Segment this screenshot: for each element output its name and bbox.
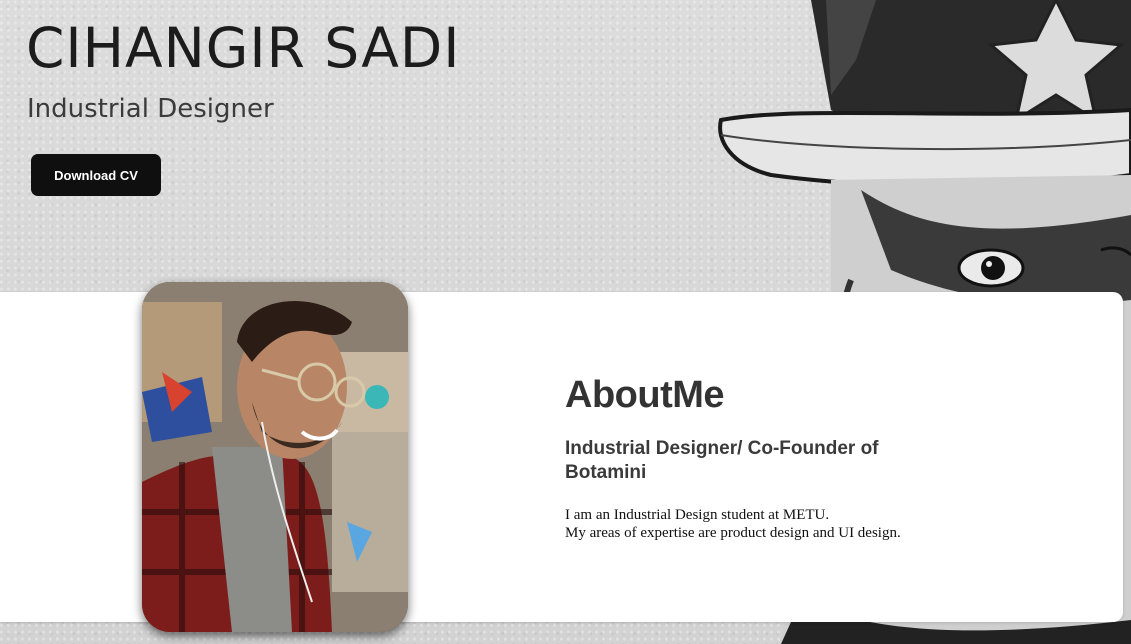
about-line: I am an Industrial Design student at MET… xyxy=(565,507,830,523)
about-role: Industrial Designer/ Co-Founder of Botam… xyxy=(565,438,879,483)
profile-photo xyxy=(142,282,408,632)
about-heading: AboutMe xyxy=(565,374,725,416)
site-owner-name: CIHANGIR SADI xyxy=(26,16,461,80)
download-cv-button[interactable]: Download CV xyxy=(31,154,161,196)
about-line: My areas of expertise are product design… xyxy=(565,525,901,541)
about-description: I am an Industrial Design student at MET… xyxy=(565,506,985,542)
site-owner-title: Industrial Designer xyxy=(27,94,274,124)
